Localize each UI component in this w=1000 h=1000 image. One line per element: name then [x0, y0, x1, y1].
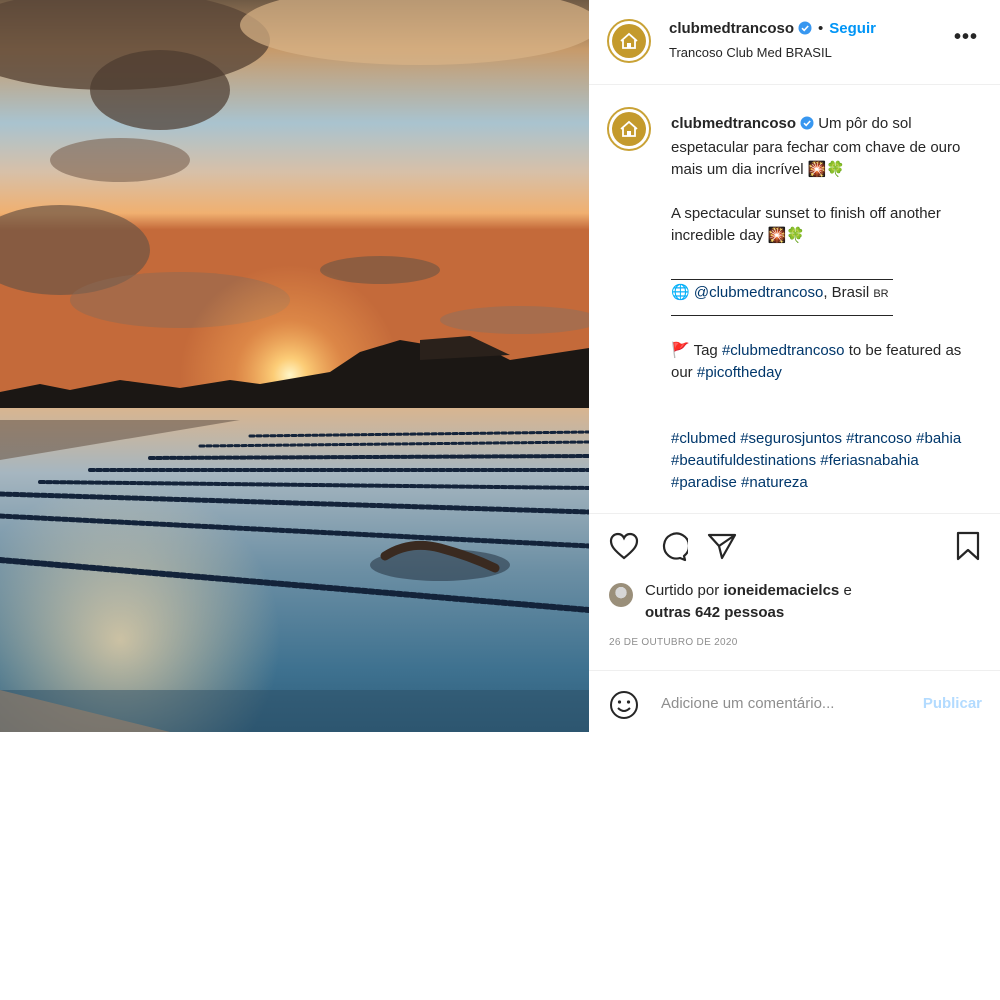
heart-icon[interactable]: [609, 532, 639, 565]
publish-button[interactable]: Publicar: [923, 695, 982, 712]
liker-username-link[interactable]: ioneidemacielcs: [723, 582, 839, 599]
hashtag-link[interactable]: #clubmedtrancoso: [722, 342, 845, 359]
mention-link[interactable]: @clubmedtrancoso: [694, 284, 823, 301]
comment-bar: Publicar: [589, 670, 1000, 733]
bookmark-icon[interactable]: [955, 531, 981, 566]
caption-body: clubmedtrancoso Um pôr do sol espetacula…: [671, 113, 987, 494]
post-actions: Curtido por ioneidemacielcs e outras 642…: [589, 513, 1000, 670]
caption-username-link[interactable]: clubmedtrancoso: [671, 115, 796, 132]
share-icon[interactable]: [707, 532, 737, 565]
caption-text-en: A spectacular sunset to finish off anoth…: [671, 205, 941, 244]
caption-divider: [671, 305, 893, 316]
header-line: clubmedtrancoso • Seguir: [669, 20, 876, 39]
hashtags-list[interactable]: #clubmed #segurosjuntos #trancoso #bahia…: [671, 428, 987, 494]
username-link[interactable]: clubmedtrancoso: [669, 20, 794, 37]
likes-conj: e: [843, 582, 852, 599]
mention-suffix: , Brasil: [823, 284, 870, 301]
liker-avatar[interactable]: [609, 583, 633, 607]
post-date[interactable]: 26 DE OUTUBRO DE 2020: [609, 637, 738, 648]
post-caption: clubmedtrancoso Um pôr do sol espetacula…: [589, 85, 1000, 513]
tag-prefix: Tag: [693, 342, 718, 359]
caption-avatar[interactable]: [607, 107, 651, 151]
red-flag-icon: 🚩: [671, 342, 690, 359]
more-options-icon[interactable]: •••: [954, 26, 978, 49]
post-photo[interactable]: [0, 0, 589, 732]
hashtag-link[interactable]: #picoftheday: [697, 364, 782, 381]
instagram-post: clubmedtrancoso • Seguir Trancoso Club Med…: [0, 0, 1000, 732]
follow-button[interactable]: Seguir: [829, 20, 876, 37]
location-link[interactable]: Trancoso Club Med BRASIL: [669, 45, 832, 60]
profile-avatar[interactable]: [607, 19, 651, 63]
post-side-panel: clubmedtrancoso • Seguir Trancoso Club Med…: [589, 0, 1000, 732]
verified-badge-icon: [798, 21, 812, 39]
likes-prefix: Curtido por: [645, 582, 720, 599]
verified-badge-icon: [800, 115, 814, 137]
club-med-logo-icon: [612, 112, 646, 146]
separator-dot: •: [818, 20, 824, 37]
likes-others-link[interactable]: outras 642 pessoas: [645, 604, 784, 621]
comment-icon[interactable]: [658, 532, 691, 567]
caption-divider: [671, 269, 893, 280]
emoji-icon[interactable]: [609, 690, 639, 725]
globe-icon: 🌐: [671, 284, 690, 301]
likes-summary: Curtido por ioneidemacielcs e outras 642…: [609, 580, 852, 624]
club-med-logo-icon: [612, 24, 646, 58]
br-flag-icon: BR: [873, 288, 889, 300]
comment-input[interactable]: [659, 689, 903, 717]
post-header: clubmedtrancoso • Seguir Trancoso Club Med…: [589, 0, 1000, 85]
